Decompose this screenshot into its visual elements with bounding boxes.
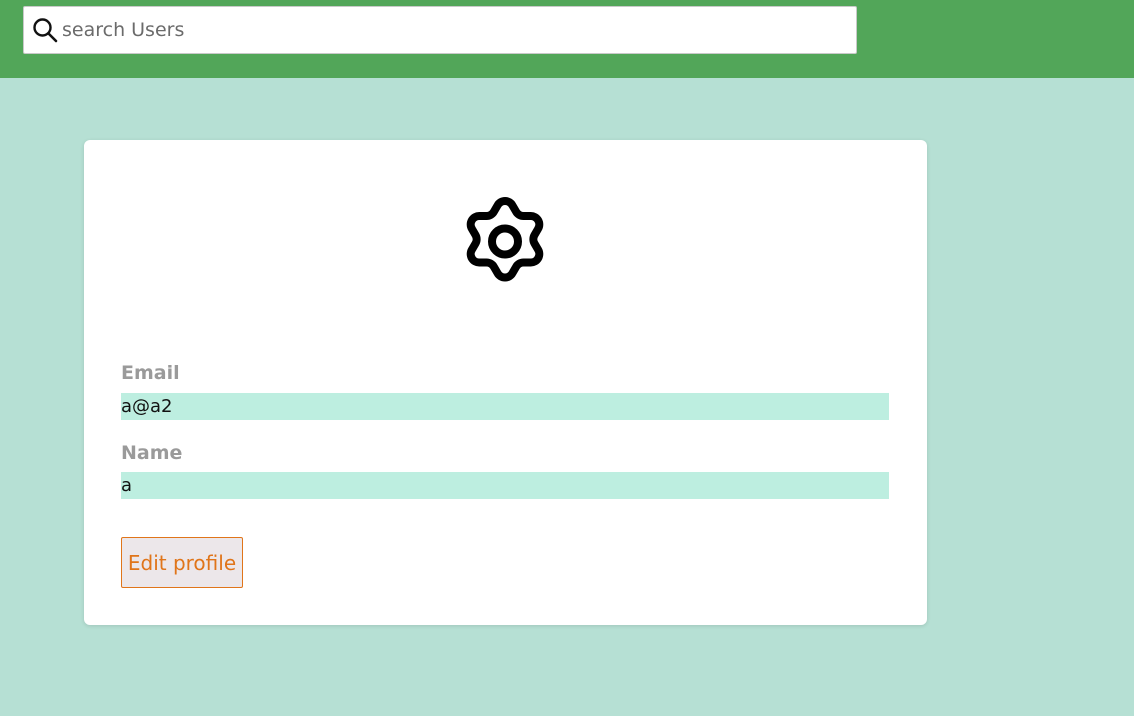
email-label: Email [121, 362, 180, 384]
gear-icon [466, 197, 544, 282]
name-value: a [121, 472, 889, 499]
search-box[interactable] [23, 6, 857, 54]
email-value: a@a2 [121, 393, 889, 420]
search-input[interactable] [62, 7, 842, 53]
profile-card: Email a@a2 Name a Edit profile [84, 140, 927, 625]
search-icon [33, 18, 58, 43]
name-label: Name [121, 442, 183, 464]
top-bar [0, 0, 1134, 78]
edit-profile-button[interactable]: Edit profile [121, 537, 243, 588]
